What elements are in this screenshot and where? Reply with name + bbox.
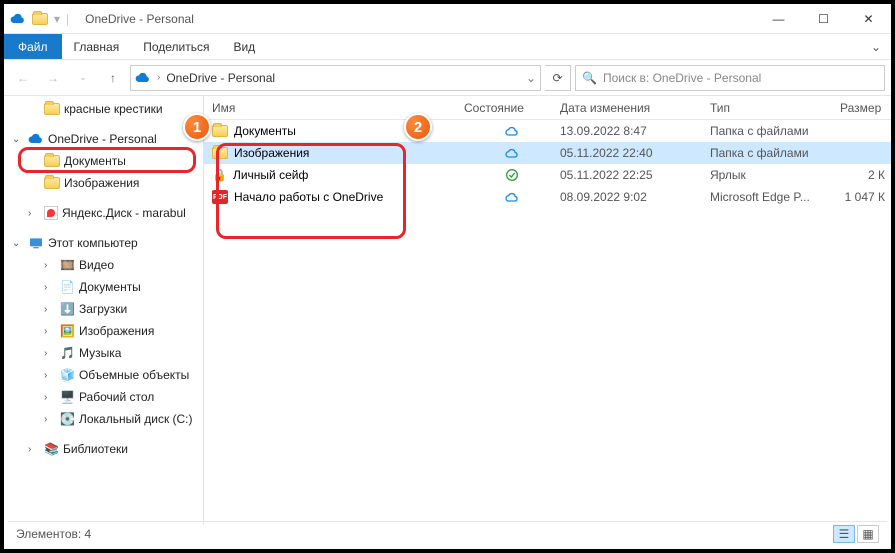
tree-item-music[interactable]: ›🎵Музыка bbox=[4, 342, 203, 364]
state-icon bbox=[504, 145, 520, 161]
file-tab[interactable]: Файл bbox=[4, 34, 62, 59]
search-placeholder: Поиск в: OneDrive - Personal bbox=[603, 71, 761, 85]
pictures-icon: 🖼️ bbox=[60, 324, 75, 338]
folder-icon bbox=[212, 125, 228, 137]
column-header-size[interactable]: Размер bbox=[840, 101, 891, 115]
column-header-name[interactable]: Имя bbox=[204, 101, 464, 115]
file-size: 2 К bbox=[840, 168, 891, 182]
qat-separator: | bbox=[66, 12, 69, 26]
video-icon: 🎞️ bbox=[60, 258, 75, 272]
folder-icon bbox=[44, 177, 60, 189]
file-type: Ярлык bbox=[710, 168, 840, 182]
column-header-state[interactable]: Состояние bbox=[464, 101, 560, 115]
column-header-date[interactable]: Дата изменения bbox=[560, 101, 710, 115]
file-type: Microsoft Edge P... bbox=[710, 190, 840, 204]
folder-icon bbox=[44, 103, 60, 115]
tree-item-video[interactable]: ›🎞️Видео bbox=[4, 254, 203, 276]
file-row[interactable]: 🔒 Личный сейф 05.11.2022 22:25Ярлык2 К bbox=[204, 164, 891, 186]
file-size: 1 047 К bbox=[840, 190, 891, 204]
navigation-tree[interactable]: красные крестики ⌄ OneDrive - Personal Д… bbox=[4, 96, 204, 525]
caret-right-icon[interactable]: › bbox=[28, 444, 40, 455]
folder-icon bbox=[212, 147, 228, 159]
safe-icon: 🔒 bbox=[212, 168, 227, 182]
breadcrumb-location[interactable]: OneDrive - Personal bbox=[166, 71, 275, 85]
tree-item-yadisk[interactable]: › Яндекс.Диск - marabul bbox=[4, 202, 203, 224]
thumbnails-view-button[interactable]: ▦ bbox=[857, 525, 879, 543]
tab-share[interactable]: Поделиться bbox=[131, 34, 221, 59]
refresh-button[interactable]: ⟳ bbox=[545, 65, 571, 91]
yandex-disk-icon bbox=[44, 206, 58, 220]
file-row[interactable]: Документы 13.09.2022 8:47Папка с файлами bbox=[204, 120, 891, 142]
qat-divider: ▾ bbox=[54, 12, 60, 26]
window-title: OneDrive - Personal bbox=[85, 12, 194, 26]
tree-item-desktop[interactable]: ›🖥️Рабочий стол bbox=[4, 386, 203, 408]
tab-view[interactable]: Вид bbox=[221, 34, 267, 59]
nav-back-button[interactable]: ← bbox=[10, 65, 36, 91]
address-onedrive-icon bbox=[135, 70, 151, 86]
tree-item-pictures[interactable]: ›🖼️Изображения bbox=[4, 320, 203, 342]
close-button[interactable]: ✕ bbox=[846, 4, 891, 34]
caret-down-icon[interactable]: ⌄ bbox=[12, 134, 24, 145]
tree-item-images[interactable]: Изображения bbox=[4, 172, 203, 194]
onedrive-cloud-icon bbox=[10, 11, 26, 27]
file-date: 08.09.2022 9:02 bbox=[560, 190, 710, 204]
address-bar[interactable]: › OneDrive - Personal ⌄ bbox=[130, 65, 541, 91]
documents-icon: 📄 bbox=[60, 280, 75, 294]
tree-item-downloads[interactable]: ›⬇️Загрузки bbox=[4, 298, 203, 320]
file-type: Папка с файлами bbox=[710, 124, 840, 138]
tab-home[interactable]: Главная bbox=[62, 34, 132, 59]
nav-forward-button[interactable]: → bbox=[40, 65, 66, 91]
tree-item-libraries[interactable]: › 📚 Библиотеки bbox=[4, 438, 203, 460]
file-name: Личный сейф bbox=[233, 168, 308, 182]
libraries-icon: 📚 bbox=[44, 442, 59, 456]
state-icon bbox=[504, 189, 520, 205]
file-name: Изображения bbox=[234, 146, 309, 160]
minimize-button[interactable]: — bbox=[756, 4, 801, 34]
folder-icon bbox=[44, 155, 60, 167]
tree-item-red-folder[interactable]: красные крестики bbox=[4, 98, 203, 120]
drive-icon: 💽 bbox=[60, 412, 75, 426]
column-header-type[interactable]: Тип bbox=[710, 101, 840, 115]
desktop-icon: 🖥️ bbox=[60, 390, 75, 404]
state-icon bbox=[504, 167, 520, 183]
file-row[interactable]: PDF Начало работы с OneDrive 08.09.2022 9:… bbox=[204, 186, 891, 208]
nav-up-button[interactable]: ↑ bbox=[100, 65, 126, 91]
computer-icon bbox=[28, 235, 44, 251]
tree-item-cdrive[interactable]: ›💽Локальный диск (C:) bbox=[4, 408, 203, 430]
file-date: 05.11.2022 22:40 bbox=[560, 146, 710, 160]
breadcrumb-arrow-icon: › bbox=[157, 72, 160, 83]
details-view-button[interactable]: ☰ bbox=[833, 525, 855, 543]
tree-item-docs[interactable]: ›📄Документы bbox=[4, 276, 203, 298]
file-date: 05.11.2022 22:25 bbox=[560, 168, 710, 182]
state-icon bbox=[504, 123, 520, 139]
maximize-button[interactable]: ☐ bbox=[801, 4, 846, 34]
folder-qat-icon bbox=[32, 13, 48, 25]
file-date: 13.09.2022 8:47 bbox=[560, 124, 710, 138]
objects3d-icon: 🧊 bbox=[60, 368, 75, 382]
onedrive-icon bbox=[28, 131, 44, 147]
file-row[interactable]: Изображения 05.11.2022 22:40Папка с файла… bbox=[204, 142, 891, 164]
caret-down-icon[interactable]: ⌄ bbox=[12, 238, 24, 249]
search-icon: 🔍 bbox=[582, 71, 597, 85]
file-type: Папка с файлами bbox=[710, 146, 840, 160]
address-dropdown-icon[interactable]: ⌄ bbox=[526, 71, 536, 85]
search-input[interactable]: 🔍 Поиск в: OneDrive - Personal bbox=[575, 65, 885, 91]
nav-recent-dropdown[interactable]: ⌄ bbox=[70, 65, 96, 91]
caret-right-icon[interactable]: › bbox=[28, 208, 40, 219]
pdf-icon: PDF bbox=[212, 190, 228, 204]
downloads-icon: ⬇️ bbox=[60, 302, 75, 316]
ribbon-expand-button[interactable]: ⌄ bbox=[861, 34, 891, 59]
tree-item-thispc[interactable]: ⌄ Этот компьютер bbox=[4, 232, 203, 254]
tree-item-3d[interactable]: ›🧊Объемные объекты bbox=[4, 364, 203, 386]
music-icon: 🎵 bbox=[60, 346, 75, 360]
tree-item-onedrive[interactable]: ⌄ OneDrive - Personal bbox=[4, 128, 203, 150]
file-name: Начало работы с OneDrive bbox=[234, 190, 383, 204]
file-name: Документы bbox=[234, 124, 296, 138]
tree-item-documents[interactable]: Документы bbox=[4, 150, 203, 172]
status-item-count: Элементов: 4 bbox=[16, 527, 91, 541]
